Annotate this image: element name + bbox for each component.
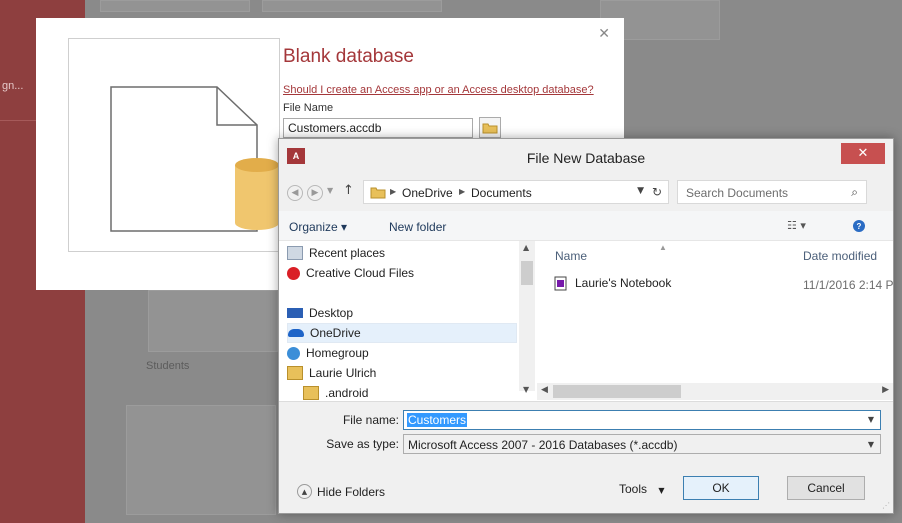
nav-item-label: OneDrive xyxy=(310,326,361,340)
nav-item-onedrive[interactable]: OneDrive xyxy=(287,323,517,343)
file-name-label: File Name xyxy=(283,102,334,114)
address-dropdown-icon[interactable]: ▼ xyxy=(637,186,644,196)
search-input[interactable]: Search Documents ⌕ xyxy=(677,180,867,204)
column-header-date-modified[interactable]: Date modified xyxy=(803,249,877,263)
creative-cloud-icon xyxy=(287,266,300,280)
template-label-students: Students xyxy=(146,360,190,372)
scroll-down-icon[interactable]: ▼ xyxy=(523,385,529,394)
save-as-type-select[interactable]: Microsoft Access 2007 - 2016 Databases (… xyxy=(403,434,881,454)
nav-item-label: Desktop xyxy=(309,306,354,320)
blank-database-thumbnail xyxy=(68,38,280,252)
search-icon: ⌕ xyxy=(851,185,858,199)
hide-folders-button[interactable]: ▲ Hide Folders xyxy=(297,484,385,499)
file-name-input[interactable] xyxy=(283,118,473,138)
nav-pane-scrollbar[interactable]: ▲ ▼ xyxy=(519,241,535,394)
scrollbar-thumb[interactable] xyxy=(521,261,533,285)
recent-locations-dropdown[interactable]: ▼ xyxy=(327,186,333,195)
nav-item-homegroup[interactable]: Homegroup xyxy=(287,343,517,363)
column-header-name[interactable]: Name xyxy=(555,249,587,263)
chevron-down-icon[interactable]: ▼ xyxy=(868,440,874,449)
close-icon[interactable]: ✕ xyxy=(598,26,610,42)
ok-button[interactable]: OK xyxy=(683,476,759,500)
refresh-icon[interactable]: ↻ xyxy=(652,185,662,199)
template-tile-top[interactable] xyxy=(100,0,250,12)
search-placeholder: Search Documents xyxy=(686,186,789,200)
chevron-up-icon: ▲ xyxy=(297,484,312,499)
chevron-down-icon: ▼ xyxy=(658,486,665,495)
file-new-database-dialog: A File New Database ✕ ◀ ▶ ▼ ↑ ▶ OneDrive… xyxy=(278,138,894,514)
dialog-footer: File name: Customers ▼ Save as type: Mic… xyxy=(279,401,893,513)
scroll-right-icon[interactable]: ▶ xyxy=(882,385,889,395)
folder-icon xyxy=(303,386,319,400)
dialog-titlebar[interactable]: A File New Database ✕ xyxy=(279,139,893,173)
help-icon[interactable]: ? xyxy=(853,220,865,232)
cancel-button[interactable]: Cancel xyxy=(787,476,865,500)
back-button[interactable]: ◀ xyxy=(287,185,303,201)
resize-grip-icon[interactable]: ⋰ xyxy=(882,501,890,510)
file-name: Laurie's Notebook xyxy=(575,276,672,290)
nav-item-desktop[interactable]: Desktop xyxy=(287,303,517,323)
tools-menu[interactable]: Tools ▼ xyxy=(619,482,665,496)
folder-icon xyxy=(370,187,386,199)
desktop-icon xyxy=(287,308,303,318)
sidebar-truncated-item[interactable]: gn... xyxy=(2,80,23,92)
breadcrumb-separator-icon[interactable]: ▶ xyxy=(459,187,465,196)
address-bar[interactable]: ▶ OneDrive ▶ Documents ▼ ↻ xyxy=(363,180,669,204)
browse-folder-button[interactable] xyxy=(479,117,501,138)
chevron-down-icon[interactable]: ▼ xyxy=(868,415,874,424)
new-folder-button[interactable]: New folder xyxy=(389,220,446,234)
nav-item-label: Laurie Ulrich xyxy=(309,366,377,380)
nav-item-laurie-ulrich[interactable]: Laurie Ulrich xyxy=(287,363,517,383)
save-as-type-value: Microsoft Access 2007 - 2016 Databases (… xyxy=(408,438,678,452)
access-app-help-link[interactable]: Should I create an Access app or an Acce… xyxy=(283,84,594,96)
user-folder-icon xyxy=(287,366,303,380)
change-view-icon[interactable]: ☷ ▾ xyxy=(787,219,806,232)
close-icon: ✕ xyxy=(857,146,869,161)
selected-file-name-text: Customers xyxy=(407,413,468,427)
sort-indicator-icon: ▲ xyxy=(659,243,667,252)
nav-item-creative-cloud[interactable]: Creative Cloud Files xyxy=(287,263,517,283)
onenote-notebook-icon xyxy=(554,276,567,291)
template-tile-top-2[interactable] xyxy=(262,0,442,12)
file-name-label: File name: xyxy=(342,413,399,427)
nav-item-recent-places[interactable]: Recent places xyxy=(287,243,517,263)
folder-icon xyxy=(482,123,498,133)
template-tile-table[interactable] xyxy=(126,405,276,515)
scroll-up-icon[interactable]: ▲ xyxy=(523,243,529,252)
address-row: ◀ ▶ ▼ ↑ ▶ OneDrive ▶ Documents ▼ ↻ Searc… xyxy=(279,173,893,211)
dialog-toolbar: Organize ▾ New folder ☷ ▾ ? xyxy=(279,211,893,241)
blank-database-title: Blank database xyxy=(283,46,414,67)
dialog-title: File New Database xyxy=(526,150,646,166)
tools-label: Tools xyxy=(619,482,648,496)
nav-item-label: .android xyxy=(325,386,369,400)
dialog-close-button[interactable]: ✕ xyxy=(841,143,885,164)
breadcrumb-documents[interactable]: Documents xyxy=(471,186,532,200)
up-one-level-button[interactable]: ↑ xyxy=(343,183,354,198)
nav-item-label: Homegroup xyxy=(306,346,369,360)
nav-item-label: Creative Cloud Files xyxy=(306,266,415,280)
nav-item-label: Recent places xyxy=(309,246,386,260)
scroll-left-icon[interactable]: ◀ xyxy=(541,385,548,395)
hide-folders-label: Hide Folders xyxy=(317,484,386,499)
onedrive-icon xyxy=(288,329,304,337)
breadcrumb-onedrive[interactable]: OneDrive xyxy=(402,186,453,200)
file-list-pane: Name ▲ Date modified Laurie's Notebook 1… xyxy=(537,241,893,401)
template-tile-students[interactable] xyxy=(148,290,278,352)
breadcrumb-separator-icon[interactable]: ▶ xyxy=(390,187,396,196)
file-row[interactable]: Laurie's Notebook xyxy=(553,275,671,291)
save-as-type-label: Save as type: xyxy=(326,437,399,451)
database-document-icon xyxy=(110,86,279,232)
file-list-horizontal-scrollbar[interactable]: ◀ ▶ xyxy=(537,383,893,400)
forward-button[interactable]: ▶ xyxy=(307,185,323,201)
dialog-file-name-input[interactable]: Customers ▼ xyxy=(403,410,881,430)
navigation-pane: Recent places Creative Cloud Files Deskt… xyxy=(279,241,519,401)
scrollbar-thumb[interactable] xyxy=(553,385,681,398)
homegroup-icon xyxy=(287,346,300,360)
file-date-modified: 11/1/2016 2:14 PM xyxy=(803,278,893,292)
recent-places-icon xyxy=(287,246,303,260)
organize-menu[interactable]: Organize ▾ xyxy=(289,220,347,234)
nav-item-android[interactable]: .android xyxy=(303,383,519,401)
